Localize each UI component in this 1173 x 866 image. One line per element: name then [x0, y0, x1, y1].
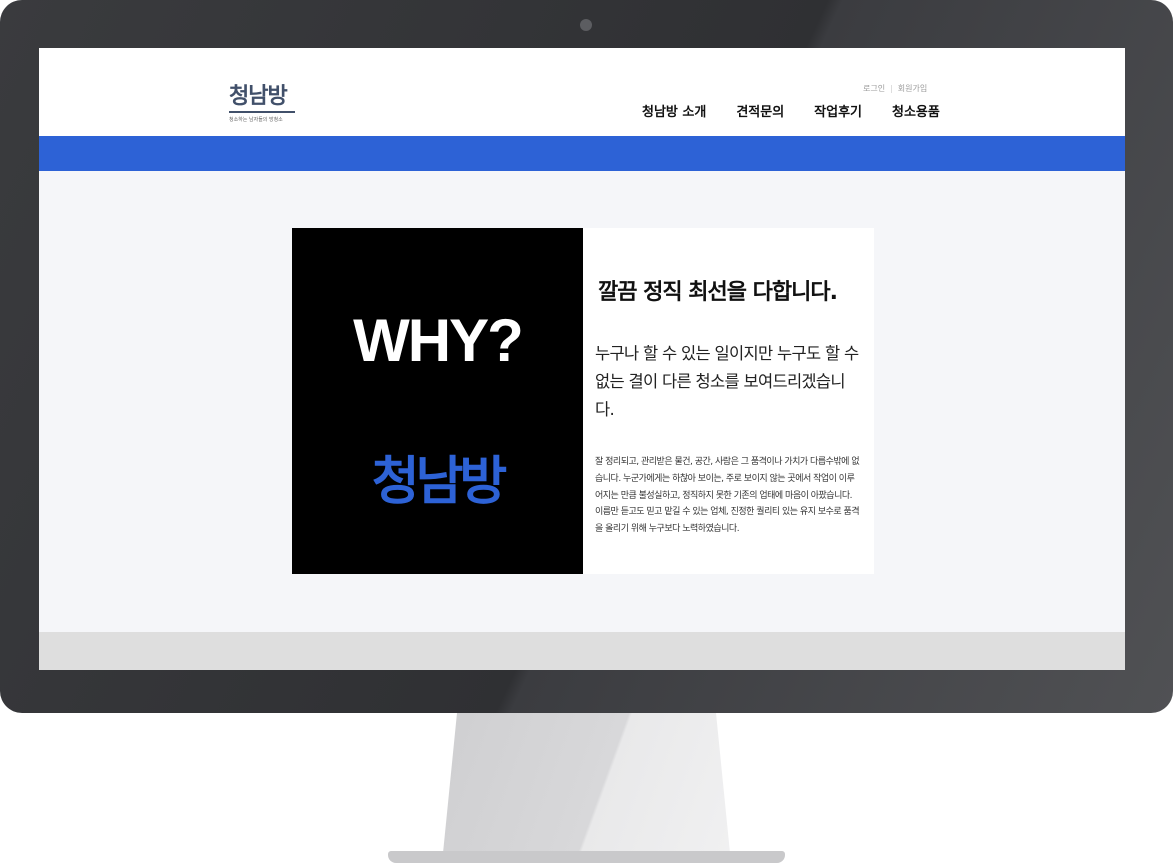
webcam-dot: [580, 19, 592, 31]
nav-item-quote[interactable]: 견적문의: [736, 101, 784, 120]
monitor-stand-base: [388, 851, 785, 863]
nav-item-about[interactable]: 청남방 소개: [642, 101, 706, 120]
login-link[interactable]: 로그인: [863, 84, 885, 93]
signup-link[interactable]: 회원가입: [898, 84, 927, 93]
footer-strip: [39, 632, 1125, 670]
monitor-frame: 청남방 청소하는 남자들의 방청소 로그인 | 회원가입 청남방 소개 견적문의 작…: [0, 0, 1173, 713]
utility-divider: |: [890, 84, 893, 93]
logo-subtitle: 청소하는 남자들의 방청소: [229, 117, 283, 123]
website-screen: 청남방 청소하는 남자들의 방청소 로그인 | 회원가입 청남방 소개 견적문의 작…: [39, 48, 1125, 670]
why-heading: WHY?: [353, 307, 524, 374]
logo-underline: [229, 111, 295, 113]
site-header: 청남방 청소하는 남자들의 방청소 로그인 | 회원가입 청남방 소개 견적문의 작…: [39, 48, 1125, 136]
intro-text: 깔끔 정직 최선을 다합니다. 누구나 할 수 있는 일이지만 누구도 할 수 …: [583, 228, 874, 574]
intro-card: WHY? 청남방 깔끔 정직 최선을 다합니다. 누구나 할 수 있는 일이지만…: [292, 228, 874, 574]
intro-visual: WHY? 청남방: [292, 228, 583, 574]
monitor-stand-neck: [443, 713, 730, 853]
utility-menu: 로그인 | 회원가입: [863, 83, 927, 94]
main-content: WHY? 청남방 깔끔 정직 최선을 다합니다. 누구나 할 수 있는 일이지만…: [39, 171, 1125, 632]
nav-item-supplies[interactable]: 청소용품: [892, 101, 940, 120]
nav-item-reviews[interactable]: 작업후기: [814, 101, 862, 120]
brand-wordmark: 청남방: [371, 452, 508, 512]
site-logo[interactable]: 청남방 청소하는 남자들의 방청소: [229, 84, 297, 123]
logo-title: 청남방: [229, 84, 288, 109]
intro-lead: 누구나 할 수 있는 일이지만 누구도 할 수 없는 결이 다른 청소를 보여드…: [595, 344, 859, 419]
accent-banner: [39, 136, 1125, 171]
intro-headline: 깔끔 정직 최선을 다합니다.: [598, 280, 838, 305]
main-nav: 청남방 소개 견적문의 작업후기 청소용품: [642, 101, 940, 120]
intro-body: 잘 정리되고, 관리받은 물건, 공간, 사람은 그 품격이나 가치가 다릅수밖…: [595, 457, 860, 535]
